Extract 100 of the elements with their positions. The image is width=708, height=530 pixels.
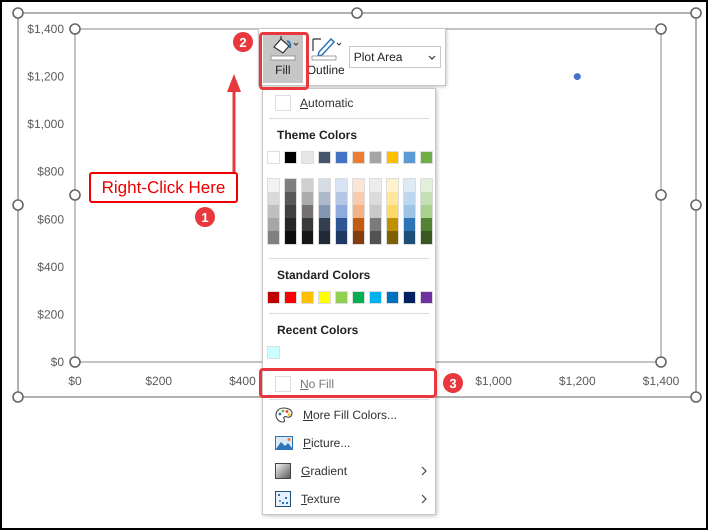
color-swatch[interactable] bbox=[319, 218, 330, 231]
step-badge: 3 bbox=[443, 373, 463, 393]
color-swatch[interactable] bbox=[421, 192, 432, 205]
color-swatch[interactable] bbox=[404, 205, 415, 218]
color-swatch[interactable] bbox=[353, 218, 364, 231]
color-swatch[interactable] bbox=[284, 151, 297, 164]
color-swatch[interactable] bbox=[302, 192, 313, 205]
y-axis-label: $1,200 bbox=[27, 70, 64, 84]
color-swatch[interactable] bbox=[420, 151, 433, 164]
color-swatch[interactable] bbox=[319, 231, 330, 244]
color-swatch[interactable] bbox=[420, 291, 433, 304]
step-badge: 1 bbox=[195, 207, 215, 227]
color-swatch[interactable] bbox=[267, 151, 280, 164]
selection-handle[interactable] bbox=[655, 189, 667, 201]
color-swatch[interactable] bbox=[336, 231, 347, 244]
menu-item[interactable]: Picture... bbox=[263, 429, 435, 457]
color-swatch[interactable] bbox=[353, 205, 364, 218]
selection-handle[interactable] bbox=[655, 356, 667, 368]
color-swatch[interactable] bbox=[386, 151, 399, 164]
color-swatch[interactable] bbox=[319, 179, 330, 192]
color-swatch[interactable] bbox=[421, 179, 432, 192]
chevron-right-icon bbox=[421, 466, 427, 476]
color-swatch[interactable] bbox=[387, 218, 398, 231]
selection-handle[interactable] bbox=[12, 7, 24, 19]
color-swatch[interactable] bbox=[387, 205, 398, 218]
color-swatch[interactable] bbox=[369, 151, 382, 164]
color-swatch[interactable] bbox=[301, 291, 314, 304]
x-axis-label: $1,200 bbox=[558, 374, 596, 388]
menu-item[interactable]: Texture bbox=[263, 485, 435, 513]
color-swatch[interactable] bbox=[352, 151, 365, 164]
color-swatch[interactable] bbox=[285, 179, 296, 192]
pencil-icon bbox=[308, 35, 343, 61]
color-swatch[interactable] bbox=[404, 179, 415, 192]
fill-button[interactable]: Fill bbox=[263, 33, 303, 83]
color-swatch[interactable] bbox=[268, 179, 279, 192]
color-swatch[interactable] bbox=[370, 231, 381, 244]
color-swatch[interactable] bbox=[268, 192, 279, 205]
color-swatch[interactable] bbox=[336, 218, 347, 231]
color-swatch[interactable] bbox=[404, 192, 415, 205]
selection-handle[interactable] bbox=[69, 356, 81, 368]
selection-handle[interactable] bbox=[690, 391, 702, 403]
callout-label: Right-Click Here bbox=[89, 172, 238, 203]
color-swatch[interactable] bbox=[421, 218, 432, 231]
menu-item[interactable]: More Fill Colors... bbox=[263, 401, 435, 429]
color-swatch[interactable] bbox=[353, 192, 364, 205]
color-swatch[interactable] bbox=[370, 179, 381, 192]
selection-handle[interactable] bbox=[690, 199, 702, 211]
color-swatch[interactable] bbox=[318, 291, 331, 304]
color-swatch[interactable] bbox=[370, 205, 381, 218]
color-swatch[interactable] bbox=[302, 205, 313, 218]
color-swatch[interactable] bbox=[369, 291, 382, 304]
color-swatch[interactable] bbox=[268, 231, 279, 244]
color-swatch[interactable] bbox=[335, 151, 348, 164]
color-swatch[interactable] bbox=[285, 218, 296, 231]
color-swatch[interactable] bbox=[353, 231, 364, 244]
highlight-frame bbox=[259, 32, 309, 90]
color-swatch[interactable] bbox=[386, 291, 399, 304]
color-swatch[interactable] bbox=[370, 192, 381, 205]
color-swatch[interactable] bbox=[336, 179, 347, 192]
color-swatch[interactable] bbox=[387, 231, 398, 244]
color-swatch[interactable] bbox=[421, 231, 432, 244]
no-fill-option[interactable]: No Fill bbox=[263, 370, 435, 398]
color-swatch[interactable] bbox=[285, 231, 296, 244]
color-swatch[interactable] bbox=[268, 218, 279, 231]
selection-handle[interactable] bbox=[69, 189, 81, 201]
color-swatch[interactable] bbox=[353, 179, 364, 192]
color-swatch[interactable] bbox=[336, 192, 347, 205]
color-swatch[interactable] bbox=[267, 291, 280, 304]
selection-handle[interactable] bbox=[655, 23, 667, 35]
color-swatch[interactable] bbox=[336, 205, 347, 218]
color-swatch[interactable] bbox=[404, 218, 415, 231]
selection-handle[interactable] bbox=[69, 23, 81, 35]
color-swatch[interactable] bbox=[370, 218, 381, 231]
selection-handle[interactable] bbox=[12, 199, 24, 211]
color-swatch[interactable] bbox=[285, 192, 296, 205]
color-swatch[interactable] bbox=[403, 291, 416, 304]
color-swatch[interactable] bbox=[421, 205, 432, 218]
color-swatch[interactable] bbox=[318, 151, 331, 164]
selection-handle[interactable] bbox=[351, 7, 363, 19]
color-swatch[interactable] bbox=[352, 291, 365, 304]
selection-handle[interactable] bbox=[690, 7, 702, 19]
color-swatch[interactable] bbox=[268, 205, 279, 218]
color-swatch[interactable] bbox=[302, 179, 313, 192]
color-swatch[interactable] bbox=[302, 231, 313, 244]
color-swatch[interactable] bbox=[285, 205, 296, 218]
color-swatch[interactable] bbox=[302, 218, 313, 231]
color-swatch[interactable] bbox=[284, 291, 297, 304]
color-swatch[interactable] bbox=[387, 179, 398, 192]
color-swatch[interactable] bbox=[319, 205, 330, 218]
color-swatch[interactable] bbox=[403, 151, 416, 164]
selection-handle[interactable] bbox=[12, 391, 24, 403]
color-swatch[interactable] bbox=[319, 192, 330, 205]
menu-item[interactable]: Gradient bbox=[263, 457, 435, 485]
color-swatch[interactable] bbox=[301, 151, 314, 164]
automatic-option[interactable]: Automatic bbox=[263, 89, 435, 117]
color-swatch[interactable] bbox=[387, 192, 398, 205]
color-swatch[interactable] bbox=[404, 231, 415, 244]
color-swatch[interactable] bbox=[335, 291, 348, 304]
chart-element-dropdown[interactable]: Plot Area bbox=[348, 46, 441, 68]
color-swatch[interactable] bbox=[267, 346, 280, 359]
